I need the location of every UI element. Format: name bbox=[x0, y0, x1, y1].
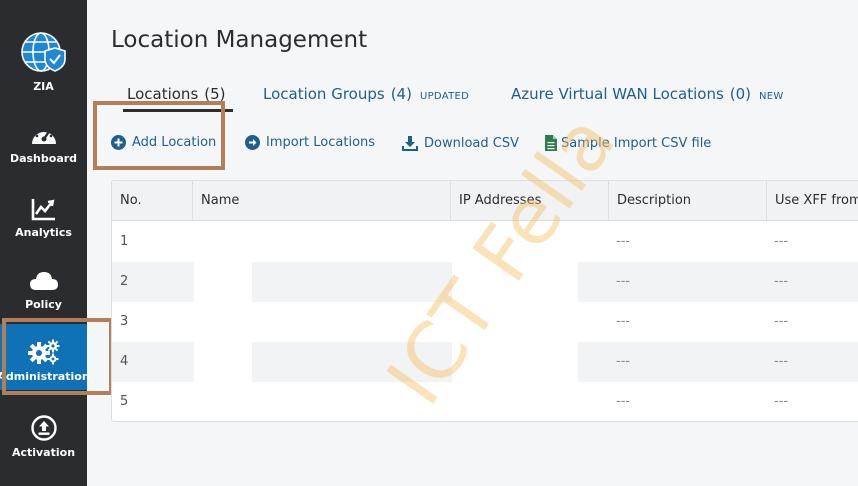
sidebar-item-label: Activation bbox=[11, 446, 76, 459]
sidebar-item-label: Dashboard bbox=[9, 152, 78, 165]
table-row[interactable]: 1 --- --- bbox=[112, 222, 858, 262]
cell-use-xff: --- bbox=[774, 394, 789, 409]
cloud-icon bbox=[29, 272, 58, 290]
sidebar-item-activation[interactable]: Activation bbox=[0, 414, 87, 484]
download-csv-button[interactable]: Download CSV bbox=[402, 135, 519, 151]
arrow-right-circle-icon bbox=[245, 135, 260, 150]
cell-no: 3 bbox=[120, 314, 129, 329]
table-row[interactable]: 4 --- --- bbox=[112, 342, 858, 382]
sidebar-item-zia[interactable]: ZIA bbox=[0, 30, 87, 100]
sidebar-item-label: Policy bbox=[25, 298, 62, 311]
redacted-block bbox=[194, 262, 252, 302]
globe-shield-icon bbox=[20, 32, 66, 72]
column-header-ip-addresses[interactable]: IP Addresses bbox=[450, 181, 608, 221]
highlight-box-add-location bbox=[93, 101, 225, 170]
sidebar-item-dashboard[interactable]: Dashboard bbox=[0, 122, 87, 192]
tab-location-groups[interactable]: Location Groups (4) UPDATED bbox=[263, 85, 469, 103]
page-title: Location Management bbox=[111, 27, 368, 53]
tab-count: (4) bbox=[390, 85, 412, 103]
cell-use-xff: --- bbox=[774, 234, 789, 249]
updated-badge: UPDATED bbox=[419, 91, 470, 102]
sidebar-item-analytics[interactable]: Analytics bbox=[0, 196, 87, 266]
sidebar-item-label: Analytics bbox=[15, 226, 72, 239]
cell-description: --- bbox=[616, 394, 631, 409]
sidebar-item-label: ZIA bbox=[33, 80, 54, 93]
chart-line-icon bbox=[31, 199, 55, 221]
cell-no: 5 bbox=[120, 394, 129, 409]
cell-description: --- bbox=[616, 354, 631, 369]
import-locations-button[interactable]: Import Locations bbox=[245, 135, 375, 150]
redacted-block bbox=[452, 262, 578, 302]
column-header-name[interactable]: Name bbox=[192, 181, 450, 221]
redacted-block bbox=[452, 342, 578, 382]
cell-no: 2 bbox=[120, 274, 129, 289]
table-header: No. Name IP Addresses Description Use XF… bbox=[112, 181, 858, 221]
column-header-no[interactable]: No. bbox=[112, 181, 192, 221]
table-row[interactable]: 3 --- --- bbox=[112, 302, 858, 342]
tab-label: Location Groups bbox=[263, 85, 385, 103]
sample-import-csv-link[interactable]: Sample Import CSV file bbox=[545, 135, 711, 151]
tab-label: Azure Virtual WAN Locations bbox=[511, 85, 724, 103]
cell-description: --- bbox=[616, 234, 631, 249]
cell-use-xff: --- bbox=[774, 354, 789, 369]
download-icon bbox=[402, 135, 418, 151]
column-header-description[interactable]: Description bbox=[608, 181, 766, 221]
cell-use-xff: --- bbox=[774, 274, 789, 289]
cell-no: 4 bbox=[120, 354, 129, 369]
table-row[interactable]: 2 --- --- bbox=[112, 262, 858, 302]
table-row[interactable]: 5 --- --- bbox=[112, 382, 858, 421]
cell-no: 1 bbox=[120, 234, 129, 249]
cell-description: --- bbox=[616, 274, 631, 289]
upload-icon bbox=[30, 415, 57, 441]
main-content: Location Management Locations (5) Locatio… bbox=[87, 0, 858, 486]
locations-table: No. Name IP Addresses Description Use XF… bbox=[111, 180, 858, 422]
sample-import-csv-label: Sample Import CSV file bbox=[561, 135, 712, 151]
sidebar: ZIA Dashboard Analytics Policy Administr… bbox=[0, 0, 90, 486]
tab-count: (0) bbox=[729, 85, 752, 103]
cell-use-xff: --- bbox=[774, 314, 789, 329]
tab-azure-virtual-wan-locations[interactable]: Azure Virtual WAN Locations (0) NEW bbox=[511, 85, 784, 103]
redacted-block bbox=[194, 342, 252, 382]
cell-description: --- bbox=[616, 314, 631, 329]
import-locations-label: Import Locations bbox=[266, 135, 376, 150]
gauge-icon bbox=[31, 129, 56, 144]
file-spreadsheet-icon bbox=[545, 135, 557, 151]
download-csv-label: Download CSV bbox=[424, 135, 519, 151]
column-header-use-xff[interactable]: Use XFF from bbox=[766, 181, 858, 221]
new-badge: NEW bbox=[759, 91, 784, 102]
